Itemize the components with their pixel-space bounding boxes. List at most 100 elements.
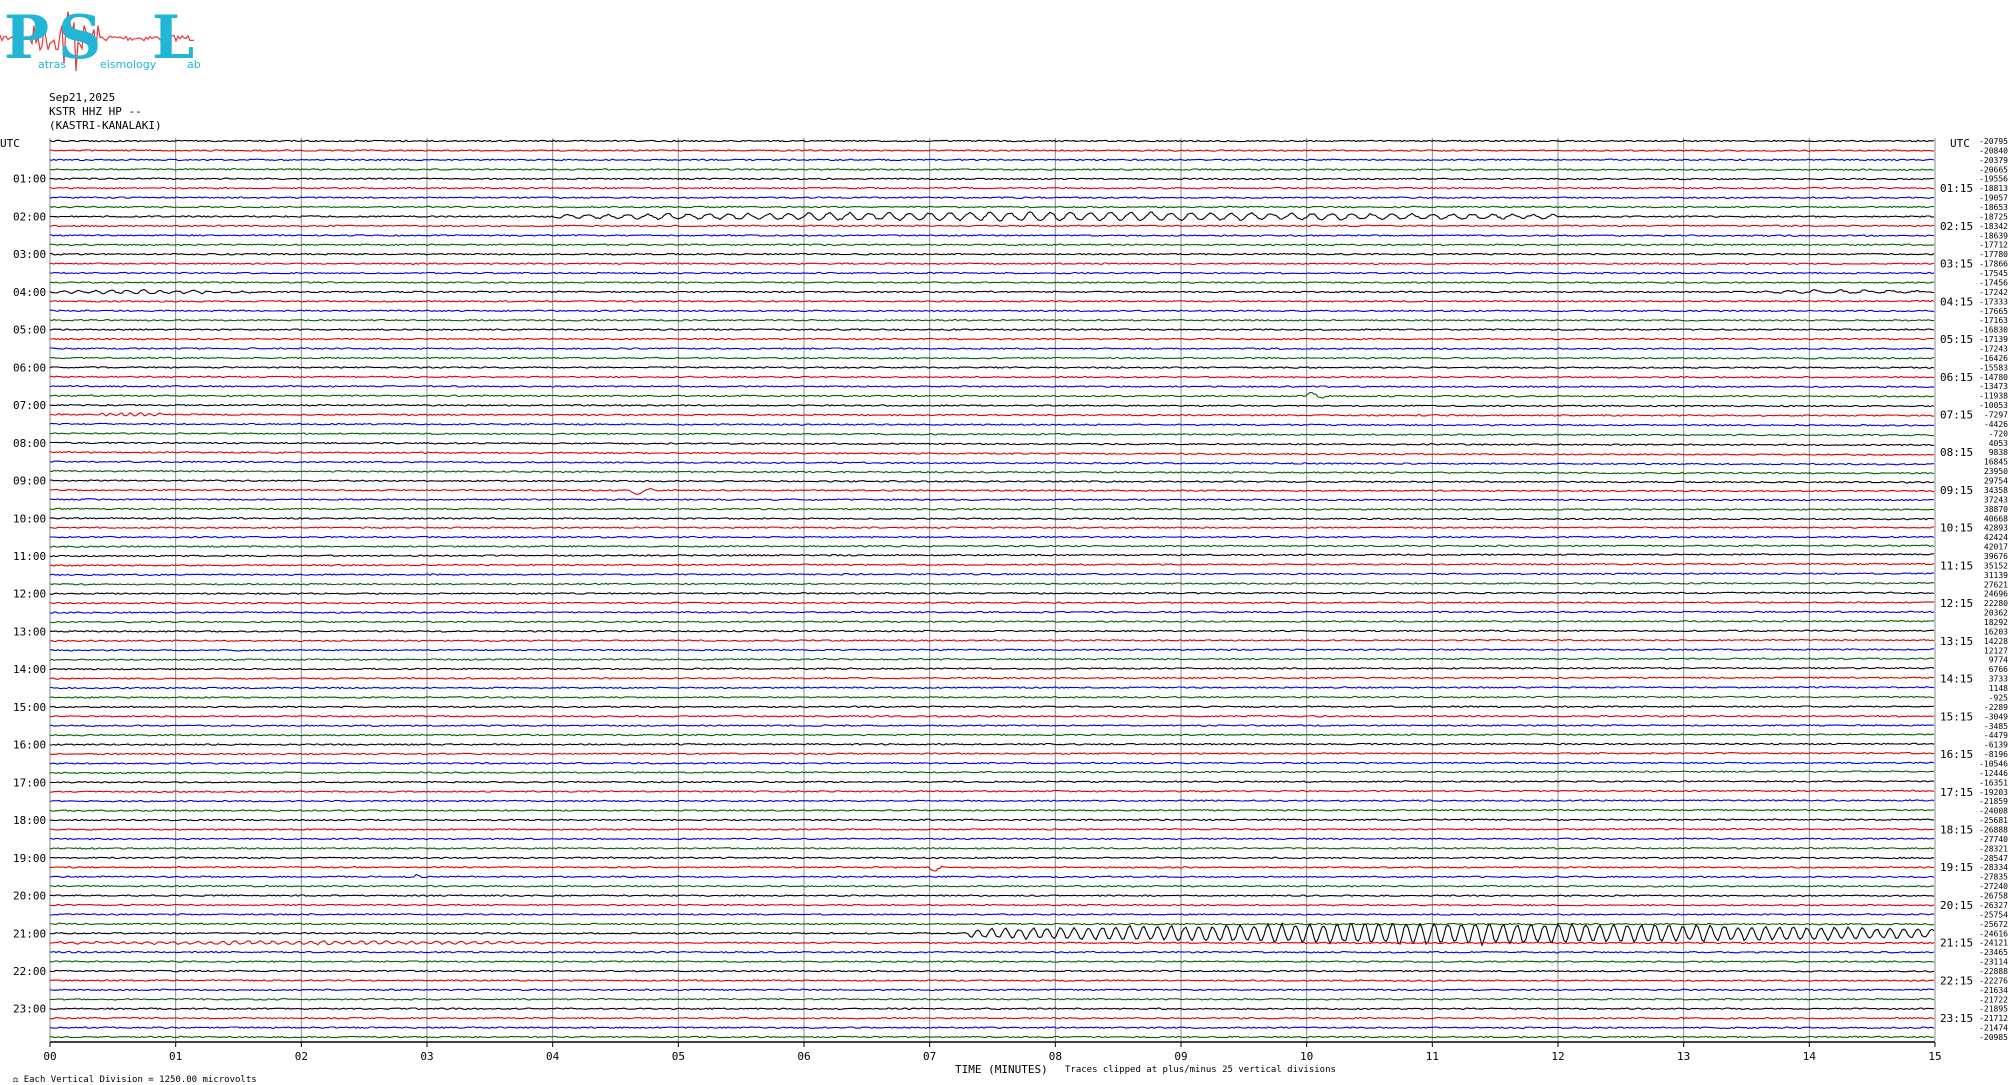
trace-line [49, 865, 1935, 872]
trace-line [49, 695, 1935, 699]
x-tick-label: 12 [1551, 1050, 1564, 1063]
trace-line [49, 997, 1935, 1001]
trace-line [49, 648, 1935, 652]
right-hour-label: 07:15 [1940, 409, 1973, 422]
trace-line [49, 412, 1935, 417]
trace-offset-value: -20840 [1979, 146, 2008, 155]
trace-offset-value: 27621 [1984, 580, 2008, 589]
scale-note: ⚖ Each Vertical Division = 1250.00 micro… [2, 1065, 257, 1085]
left-hour-label: 22:00 [13, 965, 46, 978]
trace-line [49, 789, 1935, 793]
trace-line [49, 469, 1935, 475]
trace-offset-value: -24121 [1979, 939, 2008, 948]
trace-offset-value: -19057 [1979, 194, 2008, 203]
trace-line [49, 921, 1935, 947]
left-utc-label: UTC [0, 137, 20, 150]
trace-offset-value: -925 [1989, 693, 2008, 702]
trace-line [49, 224, 1934, 228]
right-hour-label: 06:15 [1940, 371, 1973, 384]
trace-offset-value: -21712 [1979, 1014, 2008, 1023]
trace-offset-value: -18653 [1979, 203, 2008, 212]
trace-offset-value: -21859 [1979, 797, 2008, 806]
trace-line [49, 432, 1935, 437]
trace-line [49, 403, 1935, 408]
trace-line [49, 873, 1935, 879]
trace-line [49, 846, 1935, 850]
trace-line [49, 799, 1935, 803]
trace-offset-value: -21722 [1979, 995, 2008, 1004]
trace-line [49, 149, 1935, 152]
trace-line [49, 479, 1935, 484]
left-hour-label: 02:00 [13, 210, 46, 223]
trace-offset-value: 3733 [1989, 675, 2008, 684]
trace-offset-value: -24008 [1979, 807, 2008, 816]
left-hour-label: 17:00 [13, 776, 46, 789]
trace-line [49, 299, 1935, 303]
trace-offset-value: -18639 [1979, 231, 2008, 240]
trace-offset-value: -20985 [1979, 1033, 2008, 1042]
left-hour-label: 13:00 [13, 625, 46, 638]
right-hour-label: 22:15 [1940, 974, 1973, 987]
trace-line [49, 884, 1935, 888]
right-utc-label: UTC [1950, 137, 1970, 150]
left-hour-label: 16:00 [13, 739, 46, 752]
left-hour-label: 12:00 [13, 588, 46, 601]
trace-offset-value: 6766 [1989, 665, 2008, 674]
trace-offset-value: 1148 [1989, 684, 2008, 693]
trace-offset-value: -2289 [1984, 703, 2008, 712]
right-hour-label: 15:15 [1940, 710, 1973, 723]
x-tick-label: 08 [1049, 1050, 1062, 1063]
trace-line [49, 196, 1935, 200]
x-tick-label: 05 [672, 1050, 685, 1063]
trace-offset-value: -18813 [1979, 184, 2008, 193]
trace-line [49, 638, 1935, 643]
trace-offset-value: -720 [1989, 429, 2008, 438]
seismogram-chart: -20795-20840-20379-20665-19556-18813-190… [0, 137, 2008, 1063]
clip-note: Traces clipped at plus/minus 25 vertical… [1065, 1065, 1336, 1075]
trace-offset-value: 12127 [1984, 646, 2008, 655]
trace-offset-value: -26758 [1979, 892, 2008, 901]
trace-offset-value: 16845 [1984, 458, 2008, 467]
trace-line [49, 629, 1935, 633]
trace-line [49, 808, 1935, 812]
trace-offset-value: -17243 [1979, 344, 2008, 353]
trace-offset-value: -21474 [1979, 1024, 2008, 1033]
trace-line [50, 742, 1935, 746]
left-hour-label: 14:00 [13, 663, 46, 676]
trace-offset-value: 42893 [1984, 524, 2008, 533]
trace-line [49, 168, 1935, 172]
trace-offset-value: 18292 [1984, 618, 2008, 627]
right-hour-label: 03:15 [1940, 258, 1973, 271]
trace-offset-value: 9774 [1989, 656, 2008, 665]
trace-line [49, 243, 1935, 247]
trace-offset-value: -27740 [1979, 835, 2008, 844]
trace-offset-value: 14228 [1984, 637, 2008, 646]
trace-line [49, 262, 1935, 266]
left-hour-label: 01:00 [13, 173, 46, 186]
trace-offset-value: -17456 [1979, 278, 2008, 287]
trace-offset-value: -17545 [1979, 269, 2008, 278]
trace-line [49, 780, 1935, 784]
trace-offset-value: 9838 [1989, 448, 2008, 457]
right-hour-label: 23:15 [1940, 1012, 1973, 1025]
trace-offset-value: -17780 [1979, 250, 2008, 259]
trace-offset-value: -15583 [1979, 363, 2008, 372]
trace-offset-value: -26888 [1979, 826, 2008, 835]
x-tick-label: 02 [295, 1050, 308, 1063]
trace-line [49, 205, 1935, 209]
trace-offset-value: -28321 [1979, 844, 2008, 853]
trace-line [49, 922, 1935, 926]
trace-offset-value: -17712 [1979, 241, 2008, 250]
trace-offset-value: -17242 [1979, 288, 2008, 297]
trace-offset-value: 23950 [1984, 467, 2008, 476]
trace-offset-value: -6139 [1984, 741, 2008, 750]
left-hour-label: 03:00 [13, 248, 46, 261]
trace-offset-value: -28547 [1979, 854, 2008, 863]
left-hour-label: 05:00 [13, 324, 46, 337]
trace-line [49, 366, 1935, 369]
trace-line [49, 837, 1935, 841]
trace-offset-value: -16426 [1979, 354, 2008, 363]
trace-line [49, 517, 1935, 521]
left-hour-label: 06:00 [13, 361, 46, 374]
trace-line [49, 139, 1935, 143]
